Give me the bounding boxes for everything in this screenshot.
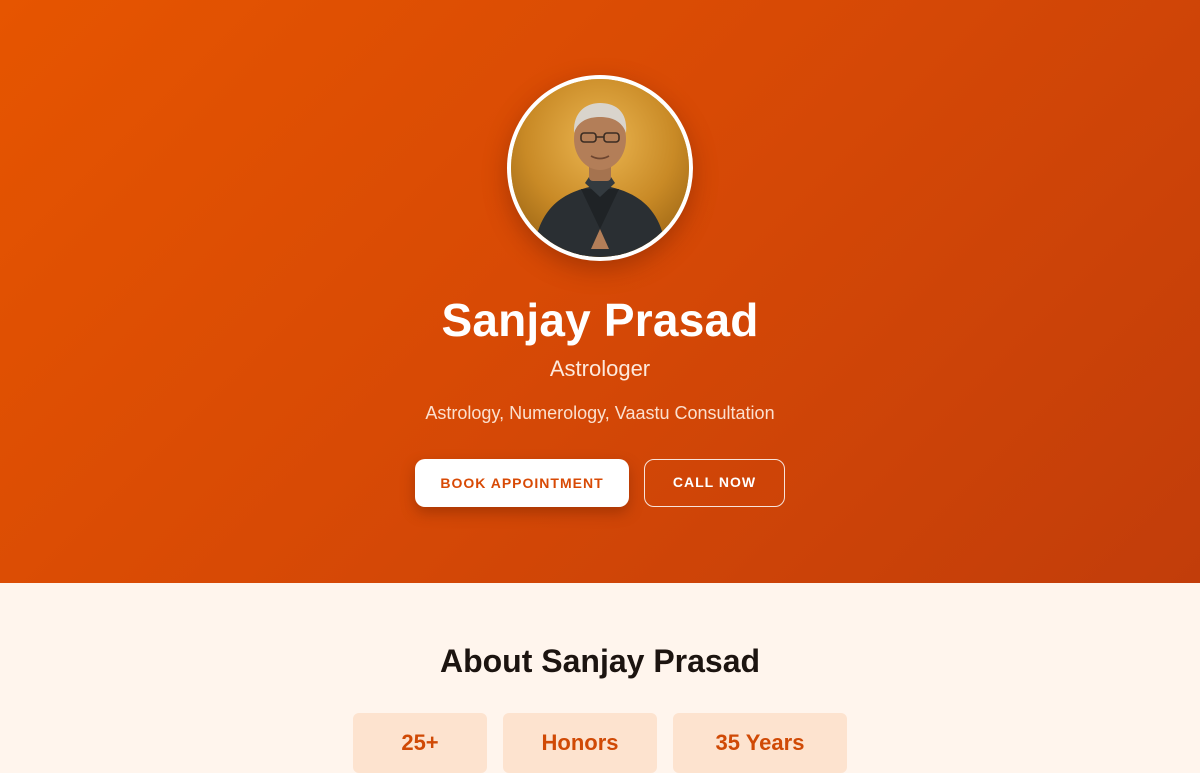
profile-name: Sanjay Prasad [441, 294, 759, 346]
avatar [511, 79, 689, 257]
book-appointment-button[interactable]: BOOK APPOINTMENT [415, 459, 629, 507]
stat-card: 35 Years [673, 713, 847, 773]
about-heading: About Sanjay Prasad [439, 643, 761, 679]
profile-photo-icon [511, 79, 689, 257]
stat-card: Honors [503, 713, 657, 773]
about-section: About Sanjay Prasad 25+ Honors 35 Years [0, 583, 1200, 773]
stat-card: 25+ [353, 713, 487, 773]
call-now-button[interactable]: CALL NOW [644, 459, 785, 507]
services-list: Astrology, Numerology, Vaastu Consultati… [425, 403, 775, 423]
hero-section: Sanjay Prasad Astrologer Astrology, Nume… [0, 0, 1200, 583]
profile-title: Astrologer [549, 356, 651, 381]
avatar-frame [507, 75, 693, 261]
